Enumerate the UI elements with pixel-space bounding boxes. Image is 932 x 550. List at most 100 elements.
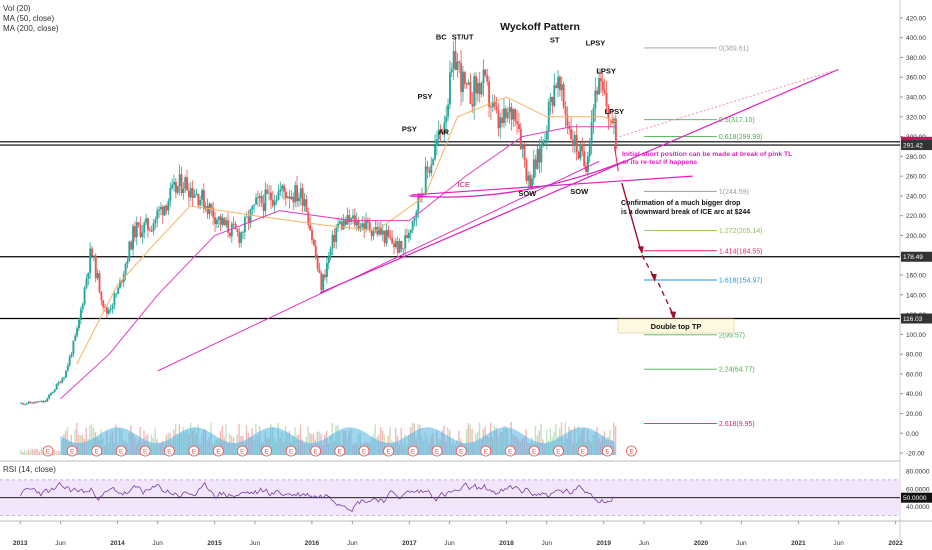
candle-body: [20, 403, 23, 405]
earnings-marker-label: E: [46, 449, 51, 456]
candle-body: [614, 118, 617, 149]
fib-level-label: 1.618(154.97): [719, 278, 763, 285]
candle-body: [428, 170, 431, 174]
y-tick-label: 260.00: [906, 174, 926, 181]
candle-body: [150, 230, 153, 232]
candle-body: [432, 159, 435, 165]
candle-body: [85, 278, 88, 288]
x-tick-label: Jun: [347, 540, 358, 547]
x-tick-label: Jun: [444, 540, 455, 547]
candle-body: [288, 196, 291, 199]
y-tick-label: 360.00: [906, 75, 926, 82]
vol-indicator-label[interactable]: Vol (20): [3, 4, 31, 14]
candle-body: [96, 273, 99, 279]
volume-bar: [37, 449, 39, 456]
candle-body: [579, 144, 582, 159]
candle-body: [258, 195, 261, 199]
candle-body: [143, 222, 146, 233]
candle-body: [342, 220, 345, 230]
candle-body: [504, 108, 507, 119]
candle-body: [53, 389, 56, 392]
key-level-label: 116.03: [903, 316, 923, 323]
wyckoff-label: ST: [550, 36, 560, 45]
candle-body: [396, 241, 399, 253]
candle-body: [202, 190, 205, 210]
candle-body: [467, 82, 470, 85]
y-tick-label: 0.00: [906, 431, 919, 438]
candle-body: [309, 224, 312, 231]
candle-body: [450, 69, 453, 73]
volume-bar: [53, 449, 56, 456]
candle-body: [286, 196, 289, 199]
y-tick-label: 380.00: [906, 55, 926, 62]
candle-body: [221, 217, 224, 225]
candle-body: [217, 216, 220, 220]
candle-body: [603, 90, 606, 93]
ma50-indicator-label[interactable]: MA (50, close): [3, 14, 54, 24]
candle-body: [135, 222, 138, 238]
candle-body: [51, 391, 54, 394]
earnings-marker-label: E: [508, 449, 513, 456]
note-black-line2: is a downward break of ICE arc at $244: [621, 209, 750, 216]
candle-body: [141, 232, 144, 237]
earnings-marker-label: E: [435, 449, 440, 456]
candle-body: [133, 226, 136, 238]
candle-body: [117, 287, 120, 294]
candle-body: [296, 185, 299, 202]
x-tick-label: Jun: [250, 540, 261, 547]
chart-svg[interactable]: 420.00400.00380.00360.00340.00320.00300.…: [0, 0, 932, 550]
candle-body: [519, 129, 522, 149]
candle-body: [169, 188, 172, 201]
wyckoff-label: ST/UT: [452, 33, 474, 42]
candle-body: [225, 220, 228, 226]
wyckoff-label: SOW: [518, 189, 537, 198]
candle-body: [48, 394, 51, 399]
candle-body: [165, 205, 168, 211]
candle-body: [406, 235, 409, 239]
candle-body: [449, 72, 451, 105]
candle-body: [316, 257, 319, 269]
candle-body: [92, 255, 95, 257]
candle-body: [532, 159, 535, 179]
rsi-last-label: 50.0000: [903, 495, 927, 502]
x-tick-label: 2018: [499, 540, 514, 547]
candle-body: [527, 175, 530, 181]
candle-body: [327, 255, 330, 264]
wyckoff-label: LPSY: [586, 39, 606, 48]
candle-body: [178, 174, 181, 187]
candle-body: [480, 83, 483, 95]
candle-body: [262, 203, 265, 211]
volume-bar: [25, 452, 28, 456]
candle-body: [562, 84, 565, 107]
wyckoff-label: SOW: [570, 187, 589, 196]
candle-body: [469, 82, 472, 104]
earnings-marker-label: E: [240, 449, 245, 456]
candle-body: [238, 232, 241, 243]
ma200-indicator-label[interactable]: MA (200, close): [3, 24, 59, 34]
volume-bar: [57, 450, 59, 456]
candle-body: [391, 237, 394, 244]
wyckoff-label: LPSY: [605, 107, 625, 116]
y-tick-label: 320.00: [906, 114, 926, 121]
candle-body: [583, 151, 586, 167]
candle-body: [294, 185, 297, 203]
rsi-indicator-label[interactable]: RSI (14, close): [3, 465, 56, 475]
y-tick-label: 20.00: [906, 411, 923, 418]
candle-body: [25, 403, 28, 405]
earnings-marker-label: E: [459, 449, 464, 456]
candle-body: [389, 236, 392, 238]
volume-bar: [35, 448, 37, 456]
wyckoff-label: PSY: [402, 125, 417, 134]
x-tick-label: 2014: [110, 540, 125, 547]
candle-body: [279, 189, 282, 192]
candle-body: [521, 145, 524, 149]
candle-body: [29, 401, 32, 403]
x-tick-label: Jun: [55, 540, 66, 547]
candle-body: [232, 223, 235, 225]
candle-body: [189, 188, 192, 198]
candle-body: [173, 182, 176, 185]
volume-bar: [55, 451, 58, 456]
candle-body: [128, 241, 131, 261]
candle-body: [329, 248, 332, 256]
candle-body: [501, 117, 504, 124]
